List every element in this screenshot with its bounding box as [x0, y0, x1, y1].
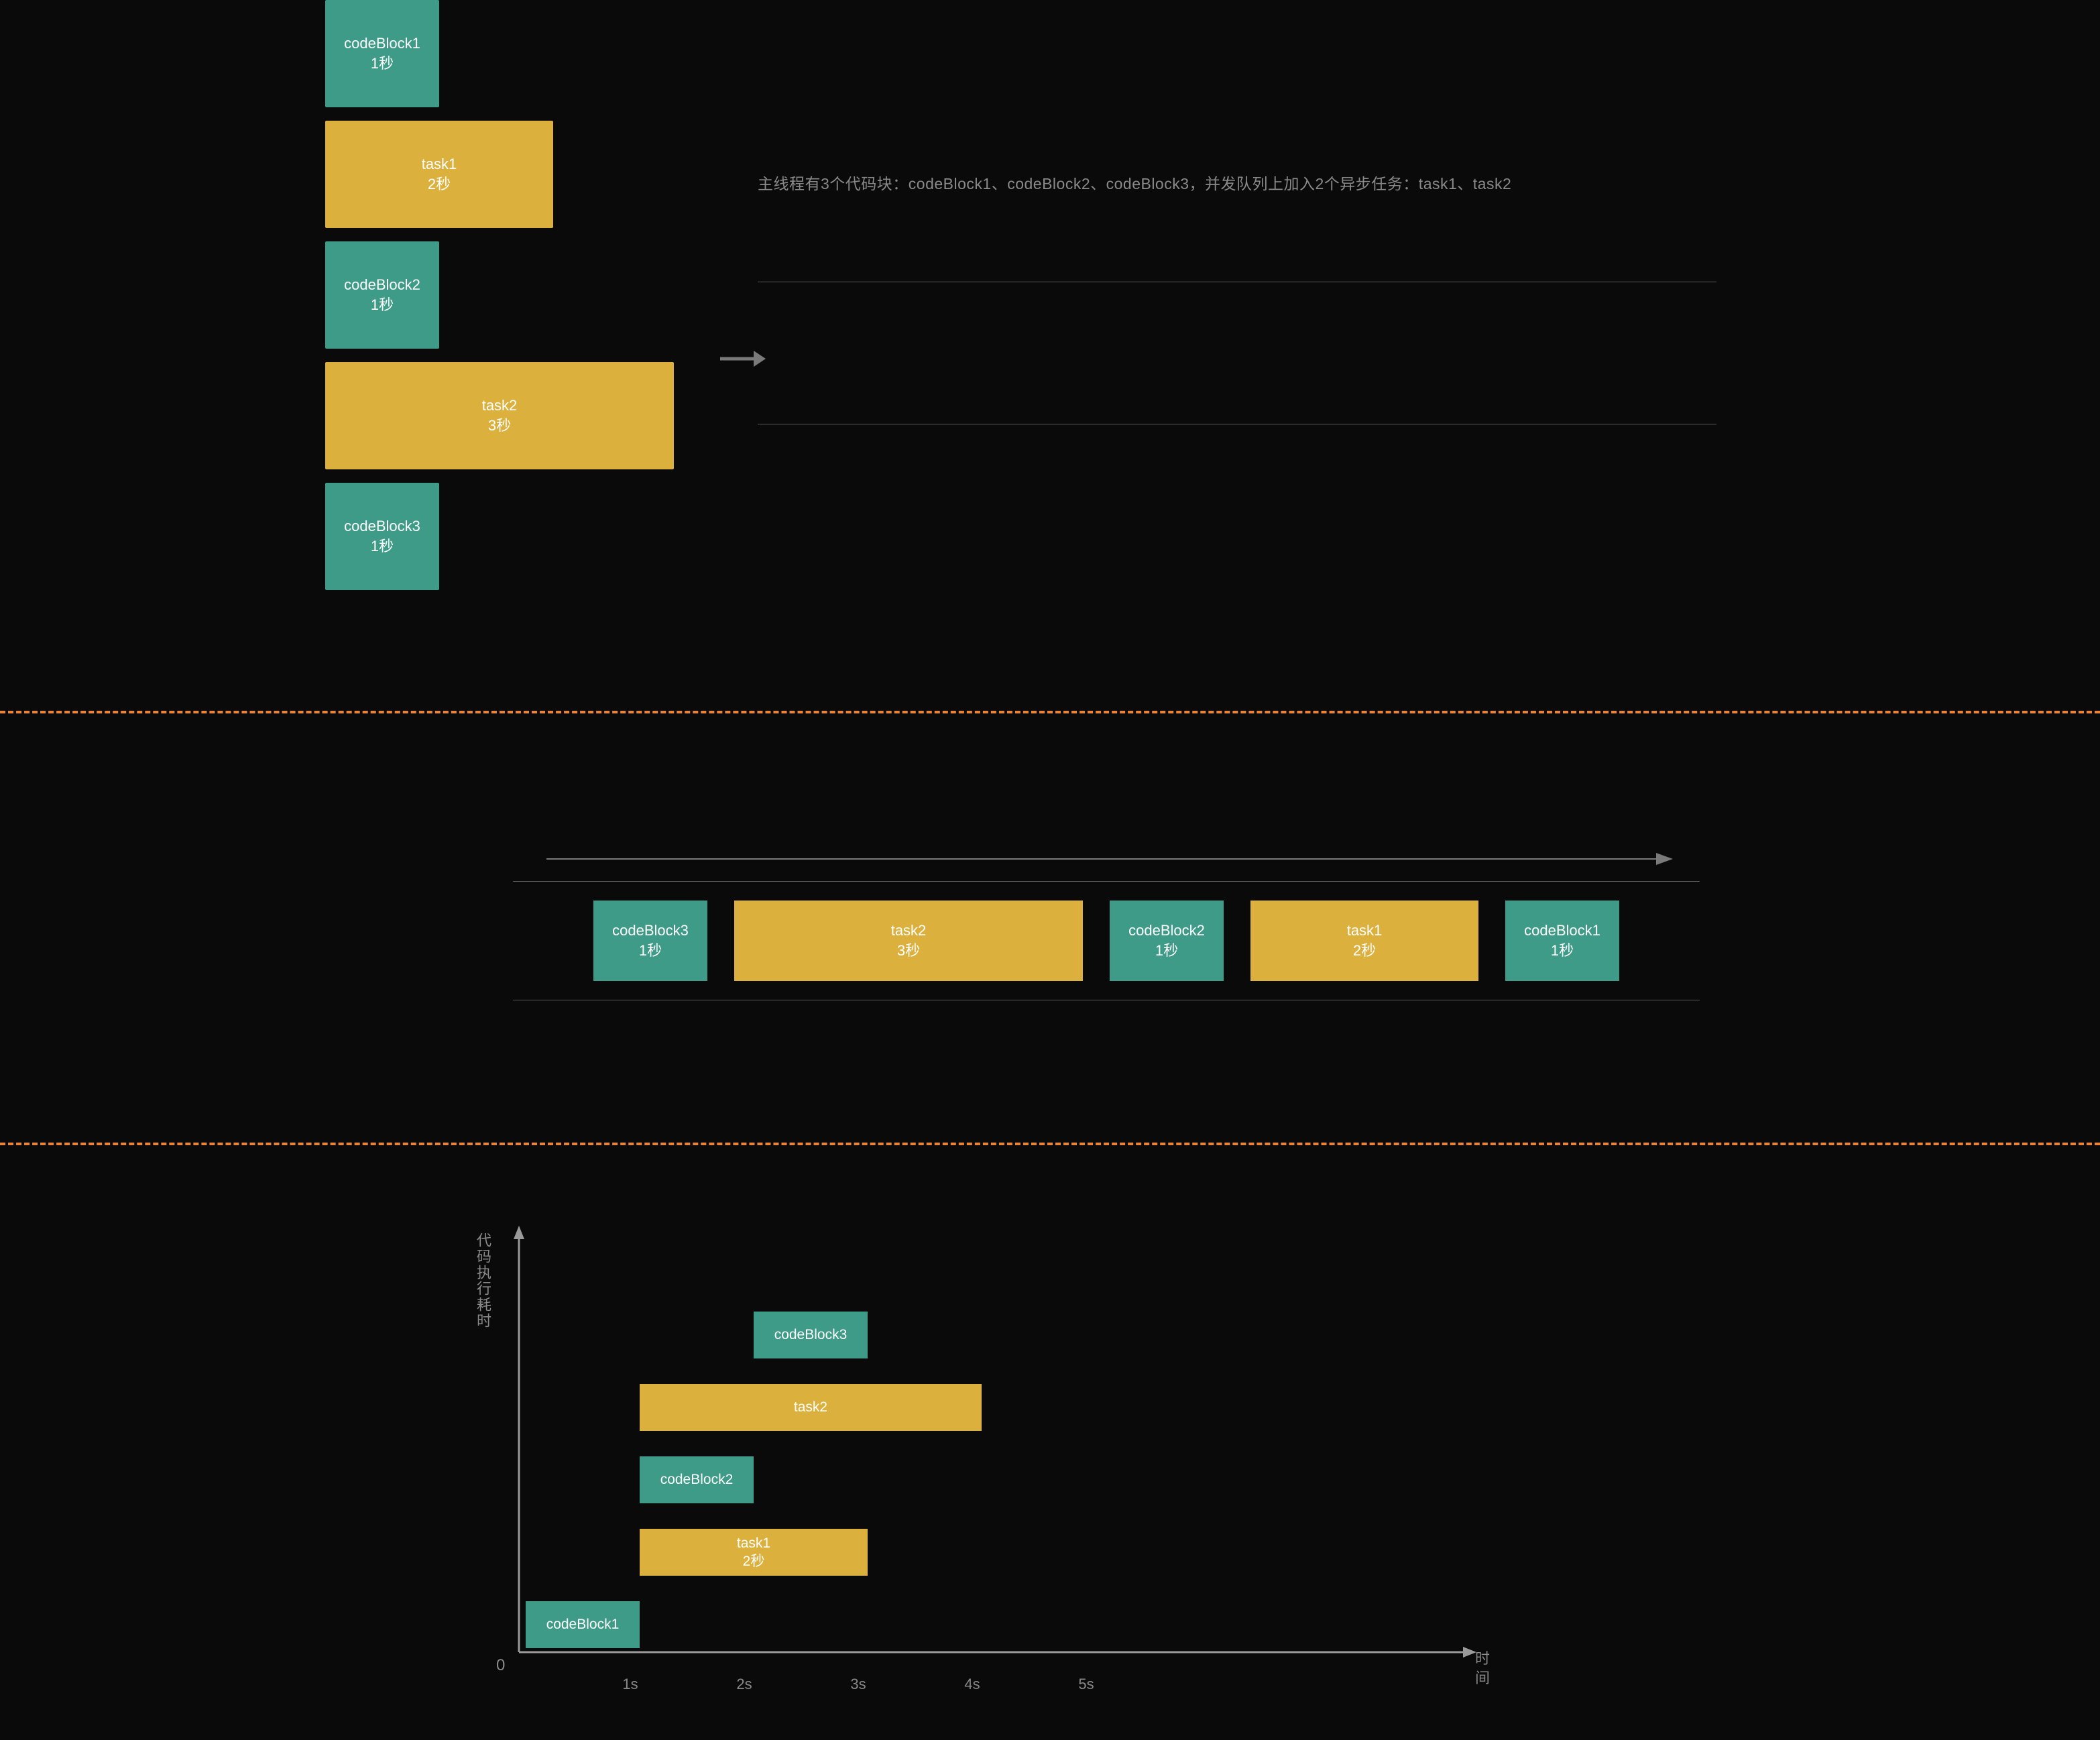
timeline-chart: 代码执行耗时 时间 0 1s2s3s4s5s codeBlock1task12秒… [516, 1232, 1489, 1702]
block-duration: 1秒 [1155, 941, 1178, 961]
block-duration: 1秒 [1551, 941, 1574, 961]
block-name: task2 [482, 396, 518, 416]
queue-item-codeBlock2: codeBlock2 1秒 [1110, 901, 1224, 981]
block-duration: 3秒 [488, 416, 511, 436]
queue-item-codeBlock1: codeBlock1 1秒 [1505, 901, 1619, 981]
bar-codeBlock1: codeBlock1 [526, 1601, 640, 1648]
block-name: task1 [422, 154, 457, 174]
x-tick: 3s [850, 1675, 866, 1694]
block-duration: 1秒 [639, 941, 662, 961]
block-name: task2 [891, 921, 927, 941]
bar-task1: task12秒 [640, 1529, 868, 1576]
x-tick: 2s [736, 1675, 752, 1694]
bar-label: codeBlock1 [546, 1615, 620, 1633]
x-tick: 4s [964, 1675, 980, 1694]
section-timeline-chart: 代码执行耗时 时间 0 1s2s3s4s5s codeBlock1task12秒… [0, 1145, 2100, 1735]
code-stack: codeBlock1 1秒 task1 2秒 codeBlock2 1秒 tas… [325, 0, 674, 590]
queue-item-codeBlock3: codeBlock3 1秒 [593, 901, 707, 981]
block-duration: 2秒 [428, 174, 451, 194]
bar-task2: task2 [640, 1384, 982, 1431]
description-text: 主线程有3个代码块：codeBlock1、codeBlock2、codeBloc… [758, 174, 1511, 194]
bar-label: codeBlock3 [774, 1326, 848, 1344]
y-axis-label: 代码执行耗时 [475, 1232, 492, 1329]
block-name: task1 [1347, 921, 1383, 941]
block-name: codeBlock1 [1524, 921, 1600, 941]
block-name: codeBlock3 [344, 516, 420, 536]
block-codeBlock3: codeBlock3 1秒 [325, 483, 439, 590]
chart-bars: codeBlock1 task12秒 codeBlock2 task2 codeBloc… [516, 1232, 1489, 1648]
block-name: codeBlock2 [1128, 921, 1205, 941]
bar-label: task2 [794, 1398, 827, 1416]
block-duration: 1秒 [371, 536, 394, 557]
block-duration: 1秒 [371, 295, 394, 315]
x-tick: 5s [1078, 1675, 1094, 1694]
description-panel: 主线程有3个代码块：codeBlock1、codeBlock2、codeBloc… [758, 0, 1716, 630]
section-queue: codeBlock3 1秒 task2 3秒 codeBlock2 1秒 tas… [0, 713, 2100, 1143]
queue-container: codeBlock3 1秒 task2 3秒 codeBlock2 1秒 tas… [513, 881, 1700, 1000]
queue-item-task2: task2 3秒 [734, 901, 1083, 981]
bar-label: codeBlock2 [660, 1470, 734, 1489]
x-tick: 1s [622, 1675, 638, 1694]
block-name: codeBlock3 [612, 921, 689, 941]
bar-codeBlock3: codeBlock3 [754, 1312, 868, 1358]
queue-item-task1: task1 2秒 [1250, 901, 1478, 981]
section-definition: codeBlock1 1秒 task1 2秒 codeBlock2 1秒 tas… [0, 0, 2100, 711]
block-name: codeBlock2 [344, 275, 420, 295]
block-name: codeBlock1 [344, 34, 420, 54]
diagram-root: codeBlock1 1秒 task1 2秒 codeBlock2 1秒 tas… [0, 0, 2100, 1735]
arrow-right-long-icon [546, 851, 1673, 872]
block-duration: 3秒 [897, 941, 920, 961]
bar-label: task1 [737, 1534, 770, 1552]
block-task1: task1 2秒 [325, 121, 553, 228]
origin-label: 0 [496, 1655, 505, 1676]
queue-track: codeBlock3 1秒 task2 3秒 codeBlock2 1秒 tas… [513, 881, 1700, 1000]
block-task2: task2 3秒 [325, 362, 674, 469]
block-duration: 1秒 [371, 54, 394, 74]
block-duration: 2秒 [1353, 941, 1376, 961]
block-codeBlock1: codeBlock1 1秒 [325, 0, 439, 107]
block-codeBlock2: codeBlock2 1秒 [325, 241, 439, 349]
bar-codeBlock2: codeBlock2 [640, 1456, 754, 1503]
bar-duration: 2秒 [743, 1552, 765, 1570]
